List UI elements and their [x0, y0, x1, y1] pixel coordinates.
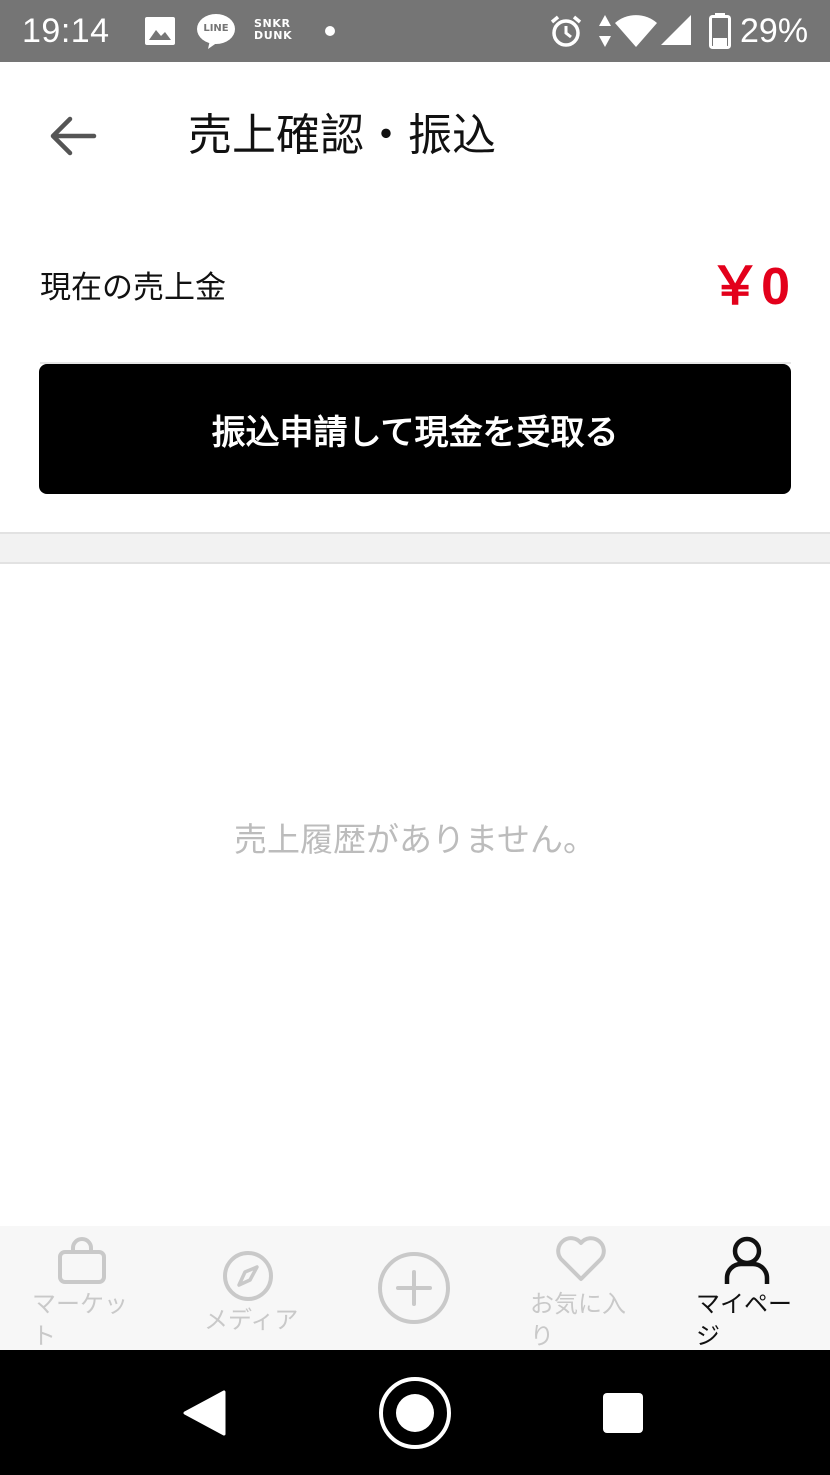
dot-icon	[325, 26, 335, 36]
bottom-navigation: マーケット メディア お気に入り マイページ	[0, 1226, 830, 1350]
line-icon-label: LINE	[203, 23, 229, 34]
nav-label-media: メディア	[204, 1306, 299, 1334]
nav-item-favorites[interactable]: お気に入り	[498, 1226, 664, 1350]
nav-item-post[interactable]	[332, 1226, 498, 1350]
balance-label: 現在の売上金	[40, 270, 226, 306]
alarm-icon	[550, 15, 582, 47]
line-icon: LINE	[196, 12, 236, 50]
balance-value: ￥0	[709, 258, 790, 316]
back-button[interactable]	[40, 104, 106, 168]
plus-circle-icon	[378, 1252, 450, 1324]
system-navigation-bar	[0, 1350, 830, 1475]
back-triangle-icon[interactable]	[182, 1390, 226, 1436]
battery-icon	[709, 13, 731, 49]
snkr-dunk-icon: SNKR DUNK	[254, 18, 292, 42]
nav-item-mypage[interactable]: マイページ	[664, 1226, 830, 1350]
screen: 19:14 LINE SNKR DUNK 29% 売上確認・振込 現在の売上金 …	[0, 0, 830, 1475]
image-icon	[145, 17, 175, 45]
transfer-request-button[interactable]: 振込申請して現金を受取る	[39, 364, 791, 494]
empty-history-message: 売上履歴がありません。	[233, 820, 596, 859]
recents-square-icon[interactable]	[602, 1392, 644, 1434]
data-arrows-icon	[599, 15, 611, 47]
wifi-icon	[615, 15, 657, 47]
status-time: 19:14	[22, 12, 110, 50]
nav-item-market[interactable]: マーケット	[0, 1226, 166, 1350]
signal-icon	[661, 15, 691, 45]
person-icon	[724, 1236, 770, 1284]
snkr-dunk-line2: DUNK	[254, 29, 293, 42]
heart-icon	[556, 1236, 606, 1281]
compass-icon	[223, 1251, 273, 1301]
shopping-bag-icon	[58, 1237, 106, 1284]
nav-label-mypage: マイページ	[696, 1290, 792, 1350]
battery-percentage: 29%	[740, 12, 809, 50]
nav-label-market: マーケット	[32, 1290, 128, 1350]
page-title: 売上確認・振込	[188, 110, 496, 161]
status-bar: 19:14 LINE SNKR DUNK 29%	[0, 0, 830, 62]
section-separator	[0, 532, 830, 564]
home-circle-icon[interactable]	[378, 1376, 452, 1450]
arrow-left-icon	[50, 116, 97, 156]
nav-item-media[interactable]: メディア	[166, 1226, 332, 1350]
nav-label-favorites: お気に入り	[530, 1290, 626, 1350]
